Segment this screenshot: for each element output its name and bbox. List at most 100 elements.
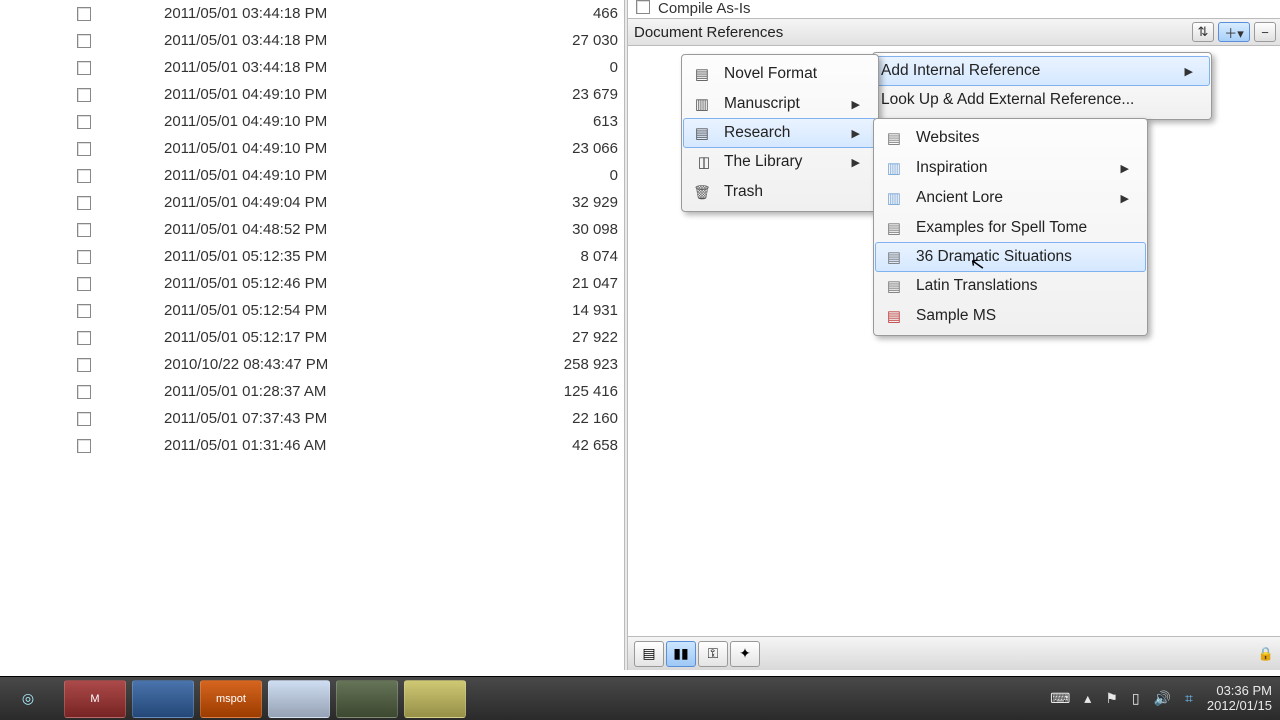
- menu-item-label: The Library: [724, 153, 802, 171]
- snapshots-tab-icon[interactable]: ✦: [730, 641, 760, 667]
- table-row[interactable]: 2011/05/01 05:12:35 PM8 074: [64, 243, 624, 270]
- menu-item[interactable]: The Library▶: [684, 147, 876, 177]
- table-row[interactable]: 2011/05/01 04:49:10 PM23 066: [64, 135, 624, 162]
- add-reference-button[interactable]: ＋▾: [1218, 22, 1250, 42]
- row-date: 2011/05/01 04:49:10 PM: [104, 86, 454, 103]
- row-checkbox[interactable]: [77, 358, 91, 372]
- system-tray[interactable]: ⌨ ▴ ⚑ ▯ 🔊 ⌗ 03:36 PM 2012/01/15: [1050, 684, 1272, 714]
- menu-item[interactable]: Look Up & Add External Reference...: [875, 85, 1209, 115]
- table-row[interactable]: 2011/05/01 07:37:43 PM22 160: [64, 405, 624, 432]
- menu-item-label: Examples for Spell Tome: [916, 219, 1087, 237]
- menu-item[interactable]: Novel Format: [684, 59, 876, 89]
- row-checkbox[interactable]: [77, 196, 91, 210]
- table-row[interactable]: 2011/05/01 04:49:10 PM0: [64, 162, 624, 189]
- menu-item[interactable]: Research▶: [683, 118, 877, 148]
- remove-reference-button[interactable]: −: [1254, 22, 1276, 42]
- row-date: 2011/05/01 05:12:35 PM: [104, 248, 454, 265]
- doc2-icon: [882, 246, 906, 268]
- file-list[interactable]: 2011/05/01 03:44:18 PM4662011/05/01 03:4…: [64, 0, 624, 670]
- table-row[interactable]: 2011/05/01 03:44:18 PM27 030: [64, 27, 624, 54]
- taskbar-app[interactable]: [268, 680, 330, 718]
- table-row[interactable]: 2011/05/01 01:31:46 AM42 658: [64, 432, 624, 459]
- table-row[interactable]: 2011/05/01 04:49:04 PM32 929: [64, 189, 624, 216]
- table-row[interactable]: 2010/10/22 08:43:47 PM258 923: [64, 351, 624, 378]
- menu-item[interactable]: Ancient Lore▶: [876, 183, 1145, 213]
- clock-date: 2012/01/15: [1207, 699, 1272, 714]
- submenu-arrow-icon: ▶: [1121, 192, 1129, 205]
- row-date: 2011/05/01 03:44:18 PM: [104, 59, 454, 76]
- menu-item-label: Sample MS: [916, 307, 996, 325]
- row-checkbox[interactable]: [77, 223, 91, 237]
- table-row[interactable]: 2011/05/01 04:49:10 PM613: [64, 108, 624, 135]
- table-row[interactable]: 2011/05/01 05:12:17 PM27 922: [64, 324, 624, 351]
- row-size: 22 160: [454, 410, 624, 427]
- menu-item[interactable]: Sample MS: [876, 301, 1145, 331]
- menu-item[interactable]: Examples for Spell Tome: [876, 213, 1145, 243]
- tray-chevron-icon[interactable]: ▴: [1084, 690, 1091, 707]
- table-row[interactable]: 2011/05/01 05:12:54 PM14 931: [64, 297, 624, 324]
- taskbar-app[interactable]: M: [64, 680, 126, 718]
- notes-tab-icon[interactable]: ▤: [634, 641, 664, 667]
- compile-checkbox[interactable]: [636, 0, 650, 14]
- row-size: 258 923: [454, 356, 624, 373]
- row-checkbox[interactable]: [77, 439, 91, 453]
- table-row[interactable]: 2011/05/01 03:44:18 PM466: [64, 0, 624, 27]
- taskbar-app[interactable]: [404, 680, 466, 718]
- menu-item[interactable]: Manuscript▶: [684, 89, 876, 119]
- menu-item[interactable]: 36 Dramatic Situations: [875, 242, 1146, 272]
- menu-item[interactable]: Add Internal Reference▶: [874, 56, 1210, 86]
- table-row[interactable]: 2011/05/01 01:28:37 AM125 416: [64, 378, 624, 405]
- table-row[interactable]: 2011/05/01 03:44:18 PM0: [64, 54, 624, 81]
- add-reference-menu[interactable]: Add Internal Reference▶Look Up & Add Ext…: [872, 52, 1212, 120]
- row-checkbox[interactable]: [77, 169, 91, 183]
- row-date: 2011/05/01 04:49:10 PM: [104, 140, 454, 157]
- references-tab-icon[interactable]: ▮▮: [666, 641, 696, 667]
- menu-item[interactable]: Trash: [684, 177, 876, 207]
- volume-icon[interactable]: 🔊: [1154, 690, 1171, 707]
- menu-item[interactable]: Latin Translations: [876, 271, 1145, 301]
- row-checkbox[interactable]: [77, 34, 91, 48]
- row-checkbox[interactable]: [77, 250, 91, 264]
- keyboard-icon[interactable]: ⌨: [1050, 690, 1070, 707]
- row-checkbox[interactable]: [77, 88, 91, 102]
- menu-item[interactable]: Inspiration▶: [876, 153, 1145, 183]
- taskbar-app[interactable]: [336, 680, 398, 718]
- row-checkbox[interactable]: [77, 7, 91, 21]
- row-checkbox[interactable]: [77, 385, 91, 399]
- lock-icon[interactable]: 🔒: [1258, 646, 1274, 662]
- row-size: 23 066: [454, 140, 624, 157]
- row-date: 2011/05/01 05:12:17 PM: [104, 329, 454, 346]
- submenu-arrow-icon: ▶: [1121, 162, 1129, 175]
- row-size: 125 416: [454, 383, 624, 400]
- table-row[interactable]: 2011/05/01 05:12:46 PM21 047: [64, 270, 624, 297]
- clock[interactable]: 03:36 PM 2012/01/15: [1207, 684, 1272, 714]
- inspector-footer: ▤ ▮▮ ⚿ ✦ 🔒: [628, 636, 1280, 670]
- windows-taskbar[interactable]: ◎ Mmspot ⌨ ▴ ⚑ ▯ 🔊 ⌗ 03:36 PM 2012/01/15: [0, 676, 1280, 720]
- ms-icon: [882, 305, 906, 327]
- table-row[interactable]: 2011/05/01 04:48:52 PM30 098: [64, 216, 624, 243]
- research-submenu[interactable]: WebsitesInspiration▶Ancient Lore▶ Example…: [873, 118, 1148, 336]
- docrefs-header: Document References ⇅ ＋▾ −: [628, 18, 1280, 46]
- compile-label: Compile As-Is: [658, 0, 751, 17]
- sort-button[interactable]: ⇅: [1192, 22, 1214, 42]
- start-button[interactable]: ◎: [8, 679, 48, 719]
- table-row[interactable]: 2011/05/01 04:49:10 PM23 679: [64, 81, 624, 108]
- row-checkbox[interactable]: [77, 412, 91, 426]
- taskbar-app[interactable]: [132, 680, 194, 718]
- menu-item-label: Novel Format: [724, 65, 817, 83]
- row-checkbox[interactable]: [77, 277, 91, 291]
- taskbar-app[interactable]: mspot: [200, 680, 262, 718]
- keywords-tab-icon[interactable]: ⚿: [698, 641, 728, 667]
- row-checkbox[interactable]: [77, 142, 91, 156]
- row-checkbox[interactable]: [77, 331, 91, 345]
- power-icon[interactable]: ▯: [1132, 690, 1140, 707]
- dropbox-icon[interactable]: ⌗: [1185, 690, 1193, 707]
- row-checkbox[interactable]: [77, 304, 91, 318]
- compile-as-is-row[interactable]: Compile As-Is: [628, 0, 1280, 18]
- row-checkbox[interactable]: [77, 115, 91, 129]
- flag-icon[interactable]: ⚑: [1105, 690, 1118, 707]
- row-date: 2011/05/01 03:44:18 PM: [104, 32, 454, 49]
- row-checkbox[interactable]: [77, 61, 91, 75]
- internal-reference-root-menu[interactable]: Novel FormatManuscript▶Research▶The Libr…: [681, 54, 879, 212]
- menu-item[interactable]: Websites: [876, 123, 1145, 153]
